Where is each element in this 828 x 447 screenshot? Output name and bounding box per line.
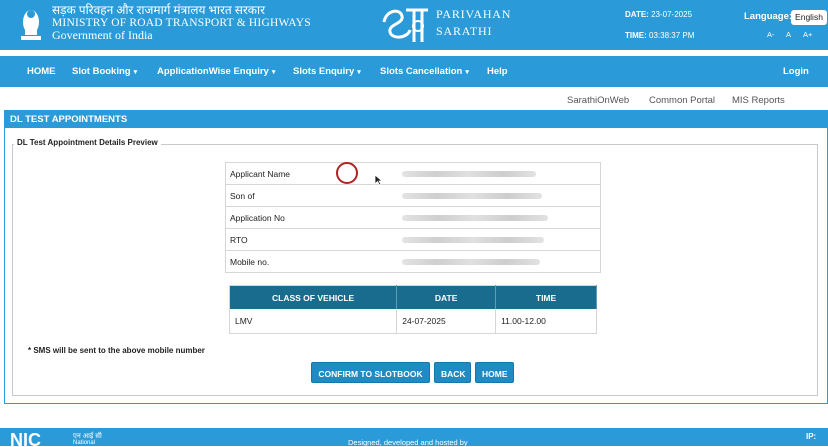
applicant-name-value [398,162,601,185]
rto-label: RTO [225,228,398,251]
nav-applicationwise-enquiry[interactable]: ApplicationWise Enquiry ▾ [157,56,275,87]
time-display: TIME: 03:38:37 PM [625,31,694,40]
date-value: 23-07-2025 [651,10,693,19]
government-name: Government of India [52,28,153,42]
app-name-line2: SARATHI [436,24,493,38]
language-label: Language: [744,11,793,22]
chevron-down-icon: ▾ [133,69,138,76]
cell-class-of-vehicle: LMV [229,309,398,334]
time-label: TIME: [625,31,647,40]
date-label: DATE: [625,10,649,19]
mobile-no-value [398,250,601,273]
nav-slot-booking[interactable]: Slot Booking ▾ [72,56,137,87]
sarathi-logo-icon [382,8,428,42]
nav-slots-enquiry[interactable]: Slots Enquiry ▾ [293,56,361,87]
col-class-of-vehicle: CLASS OF VEHICLE [229,285,398,309]
nic-english-name: National [73,440,96,446]
chevron-down-icon: ▾ [271,69,276,76]
nav-help[interactable]: Help [487,56,508,87]
app-name: PARIVAHAN SARATHI [436,6,511,40]
back-button[interactable]: BACK [434,362,471,383]
font-normal-button[interactable]: A [786,30,791,39]
click-indicator-icon [336,162,358,184]
site-header: सड़क परिवहन और राजमार्ग मंत्रालय भारत सर… [0,0,828,50]
link-common-portal[interactable]: Common Portal [649,95,715,106]
font-decrease-button[interactable]: A- [767,30,775,39]
rto-value [398,228,601,251]
table-row: Application No [225,206,601,229]
ministry-name: सड़क परिवहन और राजमार्ग मंत्रालय भारत सर… [52,4,311,42]
ip-label: IP: [806,432,817,441]
link-sarathionweb[interactable]: SarathiOnWeb [567,95,629,106]
nav-slots-cancellation[interactable]: Slots Cancellation ▾ [380,56,469,87]
ministry-hindi: सड़क परिवहन और राजमार्ग मंत्रालय भारत सर… [52,3,265,17]
col-time: TIME [495,285,597,309]
applicant-name-label: Applicant Name [225,162,398,185]
time-value: 03:38:37 PM [649,31,695,40]
nav-login[interactable]: Login [783,56,809,87]
cell-time: 11.00-12.00 [495,309,597,334]
nav-home[interactable]: HOME [27,56,56,87]
main-navbar: HOME Slot Booking ▾ ApplicationWise Enqui… [0,56,828,87]
table-row: Son of [225,184,601,207]
table-row: Mobile no. [225,250,601,273]
chevron-down-icon: ▾ [465,69,469,76]
panel-title: DL TEST APPOINTMENTS [5,111,827,128]
chevron-down-icon: ▾ [357,69,361,76]
emblem-of-india-icon [21,10,41,40]
mouse-pointer-icon [374,174,383,186]
application-no-value [398,206,601,229]
table-row: LMV 24-07-2025 11.00-12.00 [229,309,597,334]
application-no-label: Application No [225,206,398,229]
son-of-value [398,184,601,207]
date-display: DATE: 23-07-2025 [625,10,692,19]
confirm-to-slotbook-button[interactable]: CONFIRM TO SLOTBOOK [311,362,430,383]
font-increase-button[interactable]: A+ [803,30,812,39]
applicant-details-table: Applicant Name Son of Application No RTO… [225,162,601,273]
cell-date: 24-07-2025 [396,309,497,334]
table-row: RTO [225,228,601,251]
mobile-no-label: Mobile no. [225,250,398,273]
table-row: Applicant Name [225,162,601,185]
col-date: DATE [396,285,497,309]
slot-details-table: CLASS OF VEHICLE DATE TIME LMV 24-07-202… [229,285,597,334]
table-header-row: CLASS OF VEHICLE DATE TIME [229,285,597,309]
language-select[interactable]: English [791,10,827,25]
link-mis-reports[interactable]: MIS Reports [732,95,785,106]
fieldset-legend: DL Test Appointment Details Preview [14,138,161,147]
son-of-label: Son of [225,184,398,207]
home-button[interactable]: HOME [475,362,514,383]
app-name-line1: PARIVAHAN [436,7,512,21]
nic-logo-icon: NIC [10,431,41,446]
sms-note: * SMS will be sent to the above mobile n… [28,346,205,355]
svg-text:NIC: NIC [10,431,41,446]
site-footer: NIC एन आई सी National Designed, develope… [0,428,828,447]
